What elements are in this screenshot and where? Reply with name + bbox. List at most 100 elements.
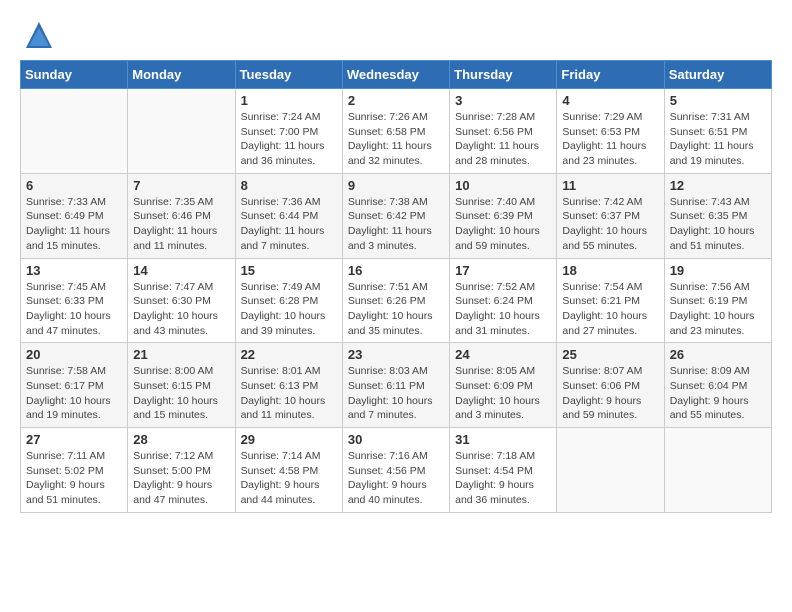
calendar-cell: 8 Sunrise: 7:36 AM Sunset: 6:44 PM Daylig…: [235, 173, 342, 258]
day-number: 17: [455, 263, 551, 278]
day-info: Sunrise: 7:56 AM Sunset: 6:19 PM Dayligh…: [670, 280, 766, 339]
day-number: 8: [241, 178, 337, 193]
calendar-cell: [664, 428, 771, 513]
day-number: 10: [455, 178, 551, 193]
day-info: Sunrise: 7:24 AM Sunset: 7:00 PM Dayligh…: [241, 110, 337, 169]
week-row-4: 20 Sunrise: 7:58 AM Sunset: 6:17 PM Dayli…: [21, 343, 772, 428]
day-number: 16: [348, 263, 444, 278]
calendar-cell: 5 Sunrise: 7:31 AM Sunset: 6:51 PM Daylig…: [664, 89, 771, 174]
calendar-cell: 25Sunrise: 8:07 AM Sunset: 6:06 PM Dayli…: [557, 343, 664, 428]
day-number: 12: [670, 178, 766, 193]
day-info: Sunrise: 7:43 AM Sunset: 6:35 PM Dayligh…: [670, 195, 766, 254]
calendar-cell: 30 Sunrise: 7:16 AM Sunset: 4:56 PM Dayli…: [342, 428, 449, 513]
day-number: 27: [26, 432, 122, 447]
calendar-cell: 26Sunrise: 8:09 AM Sunset: 6:04 PM Dayli…: [664, 343, 771, 428]
day-info: Sunrise: 7:51 AM Sunset: 6:26 PM Dayligh…: [348, 280, 444, 339]
calendar-cell: 10 Sunrise: 7:40 AM Sunset: 6:39 PM Dayli…: [450, 173, 557, 258]
day-info: Sunrise: 7:38 AM Sunset: 6:42 PM Dayligh…: [348, 195, 444, 254]
day-info: Sunrise: 8:09 AM Sunset: 6:04 PM Dayligh…: [670, 364, 766, 423]
day-number: 30: [348, 432, 444, 447]
calendar-cell: 24 Sunrise: 8:05 AM Sunset: 6:09 PM Dayli…: [450, 343, 557, 428]
day-info: Sunrise: 8:03 AM Sunset: 6:11 PM Dayligh…: [348, 364, 444, 423]
day-number: 11: [562, 178, 658, 193]
day-number: 20: [26, 347, 122, 362]
day-number: 18: [562, 263, 658, 278]
weekday-header-friday: Friday: [557, 61, 664, 89]
day-info: Sunrise: 7:45 AM Sunset: 6:33 PM Dayligh…: [26, 280, 122, 339]
calendar-cell: 14 Sunrise: 7:47 AM Sunset: 6:30 PM Dayli…: [128, 258, 235, 343]
day-number: 13: [26, 263, 122, 278]
day-number: 7: [133, 178, 229, 193]
calendar-cell: [557, 428, 664, 513]
day-info: Sunrise: 7:28 AM Sunset: 6:56 PM Dayligh…: [455, 110, 551, 169]
calendar-cell: 13 Sunrise: 7:45 AM Sunset: 6:33 PM Dayli…: [21, 258, 128, 343]
calendar-cell: 12 Sunrise: 7:43 AM Sunset: 6:35 PM Dayli…: [664, 173, 771, 258]
day-number: 4: [562, 93, 658, 108]
day-info: Sunrise: 7:52 AM Sunset: 6:24 PM Dayligh…: [455, 280, 551, 339]
day-info: Sunrise: 7:47 AM Sunset: 6:30 PM Dayligh…: [133, 280, 229, 339]
day-info: Sunrise: 7:36 AM Sunset: 6:44 PM Dayligh…: [241, 195, 337, 254]
day-number: 14: [133, 263, 229, 278]
logo-icon: [24, 20, 54, 50]
weekday-header-thursday: Thursday: [450, 61, 557, 89]
day-number: 15: [241, 263, 337, 278]
day-info: Sunrise: 7:18 AM Sunset: 4:54 PM Dayligh…: [455, 449, 551, 508]
day-number: 6: [26, 178, 122, 193]
calendar-cell: 29Sunrise: 7:14 AM Sunset: 4:58 PM Dayli…: [235, 428, 342, 513]
day-number: 5: [670, 93, 766, 108]
day-number: 25: [562, 347, 658, 362]
calendar-cell: 7Sunrise: 7:35 AM Sunset: 6:46 PM Daylig…: [128, 173, 235, 258]
day-info: Sunrise: 7:58 AM Sunset: 6:17 PM Dayligh…: [26, 364, 122, 423]
day-number: 21: [133, 347, 229, 362]
day-number: 23: [348, 347, 444, 362]
day-info: Sunrise: 7:33 AM Sunset: 6:49 PM Dayligh…: [26, 195, 122, 254]
calendar-cell: 18 Sunrise: 7:54 AM Sunset: 6:21 PM Dayli…: [557, 258, 664, 343]
weekday-header-wednesday: Wednesday: [342, 61, 449, 89]
weekday-header-monday: Monday: [128, 61, 235, 89]
calendar-cell: 2 Sunrise: 7:26 AM Sunset: 6:58 PM Daylig…: [342, 89, 449, 174]
day-info: Sunrise: 7:29 AM Sunset: 6:53 PM Dayligh…: [562, 110, 658, 169]
day-info: Sunrise: 7:42 AM Sunset: 6:37 PM Dayligh…: [562, 195, 658, 254]
day-info: Sunrise: 8:05 AM Sunset: 6:09 PM Dayligh…: [455, 364, 551, 423]
calendar-cell: 1 Sunrise: 7:24 AM Sunset: 7:00 PM Daylig…: [235, 89, 342, 174]
week-row-1: 1 Sunrise: 7:24 AM Sunset: 7:00 PM Daylig…: [21, 89, 772, 174]
calendar-cell: 28 Sunrise: 7:12 AM Sunset: 5:00 PM Dayli…: [128, 428, 235, 513]
day-info: Sunrise: 7:16 AM Sunset: 4:56 PM Dayligh…: [348, 449, 444, 508]
calendar-cell: 31 Sunrise: 7:18 AM Sunset: 4:54 PM Dayli…: [450, 428, 557, 513]
calendar-cell: 17 Sunrise: 7:52 AM Sunset: 6:24 PM Dayli…: [450, 258, 557, 343]
day-info: Sunrise: 7:54 AM Sunset: 6:21 PM Dayligh…: [562, 280, 658, 339]
calendar-table: SundayMondayTuesdayWednesdayThursdayFrid…: [20, 60, 772, 513]
calendar-cell: 23 Sunrise: 8:03 AM Sunset: 6:11 PM Dayli…: [342, 343, 449, 428]
calendar-cell: 4 Sunrise: 7:29 AM Sunset: 6:53 PM Daylig…: [557, 89, 664, 174]
day-number: 28: [133, 432, 229, 447]
day-number: 9: [348, 178, 444, 193]
day-info: Sunrise: 8:01 AM Sunset: 6:13 PM Dayligh…: [241, 364, 337, 423]
calendar-cell: [21, 89, 128, 174]
day-info: Sunrise: 7:49 AM Sunset: 6:28 PM Dayligh…: [241, 280, 337, 339]
calendar-cell: 15 Sunrise: 7:49 AM Sunset: 6:28 PM Dayli…: [235, 258, 342, 343]
day-number: 24: [455, 347, 551, 362]
day-info: Sunrise: 7:40 AM Sunset: 6:39 PM Dayligh…: [455, 195, 551, 254]
calendar-cell: 6 Sunrise: 7:33 AM Sunset: 6:49 PM Daylig…: [21, 173, 128, 258]
calendar-cell: 20 Sunrise: 7:58 AM Sunset: 6:17 PM Dayli…: [21, 343, 128, 428]
calendar-cell: 9 Sunrise: 7:38 AM Sunset: 6:42 PM Daylig…: [342, 173, 449, 258]
weekday-header-row: SundayMondayTuesdayWednesdayThursdayFrid…: [21, 61, 772, 89]
day-number: 1: [241, 93, 337, 108]
day-info: Sunrise: 7:12 AM Sunset: 5:00 PM Dayligh…: [133, 449, 229, 508]
day-number: 22: [241, 347, 337, 362]
weekday-header-tuesday: Tuesday: [235, 61, 342, 89]
day-number: 31: [455, 432, 551, 447]
day-info: Sunrise: 7:31 AM Sunset: 6:51 PM Dayligh…: [670, 110, 766, 169]
day-info: Sunrise: 7:11 AM Sunset: 5:02 PM Dayligh…: [26, 449, 122, 508]
week-row-3: 13 Sunrise: 7:45 AM Sunset: 6:33 PM Dayli…: [21, 258, 772, 343]
day-info: Sunrise: 7:26 AM Sunset: 6:58 PM Dayligh…: [348, 110, 444, 169]
weekday-header-sunday: Sunday: [21, 61, 128, 89]
day-info: Sunrise: 7:14 AM Sunset: 4:58 PM Dayligh…: [241, 449, 337, 508]
calendar-cell: 3Sunrise: 7:28 AM Sunset: 6:56 PM Daylig…: [450, 89, 557, 174]
day-number: 2: [348, 93, 444, 108]
calendar-cell: 19Sunrise: 7:56 AM Sunset: 6:19 PM Dayli…: [664, 258, 771, 343]
day-info: Sunrise: 8:00 AM Sunset: 6:15 PM Dayligh…: [133, 364, 229, 423]
calendar-cell: 16 Sunrise: 7:51 AM Sunset: 6:26 PM Dayli…: [342, 258, 449, 343]
header: [20, 20, 772, 50]
calendar-cell: 11 Sunrise: 7:42 AM Sunset: 6:37 PM Dayli…: [557, 173, 664, 258]
